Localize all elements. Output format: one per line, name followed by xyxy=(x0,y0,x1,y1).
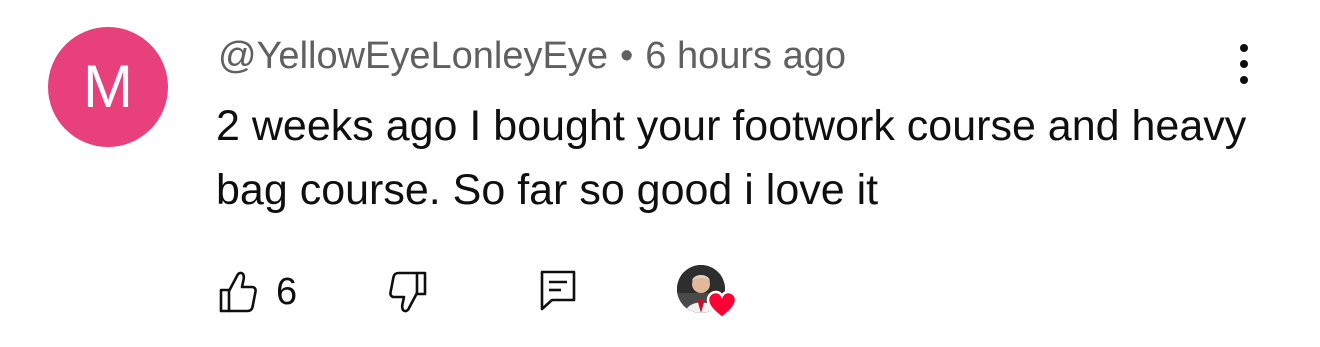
dislike-button[interactable] xyxy=(388,270,428,319)
header-separator: • xyxy=(619,35,634,77)
comment-timestamp[interactable]: 6 hours ago xyxy=(645,35,846,77)
creator-heart-badge xyxy=(677,265,741,321)
more-options-button[interactable] xyxy=(1226,40,1262,88)
avatar-letter: M xyxy=(83,53,133,120)
commenter-avatar[interactable]: M xyxy=(48,27,168,147)
reply-button[interactable] xyxy=(538,268,578,317)
more-vertical-icon-dot-2 xyxy=(1240,60,1248,68)
like-count: 6 xyxy=(276,270,298,313)
comment-username[interactable]: @YellowEyeLonleyEye xyxy=(218,35,608,77)
comment-item: M @YellowEyeLonleyEye • 6 hours ago 2 week… xyxy=(0,0,1320,347)
thumbs-up-icon xyxy=(219,271,257,313)
more-vertical-icon xyxy=(1240,44,1248,52)
more-vertical-icon-dot-3 xyxy=(1240,76,1248,84)
comment-header: @YellowEyeLonleyEye • 6 hours ago xyxy=(218,34,846,78)
comment-reply-icon xyxy=(540,270,576,311)
heart-icon xyxy=(706,290,738,320)
comment-text: 2 weeks ago I bought your footwork cours… xyxy=(216,102,1247,214)
thumbs-down-icon xyxy=(389,271,427,313)
comment-actions: 6 xyxy=(0,262,1320,322)
like-button[interactable]: 6 xyxy=(218,268,297,316)
